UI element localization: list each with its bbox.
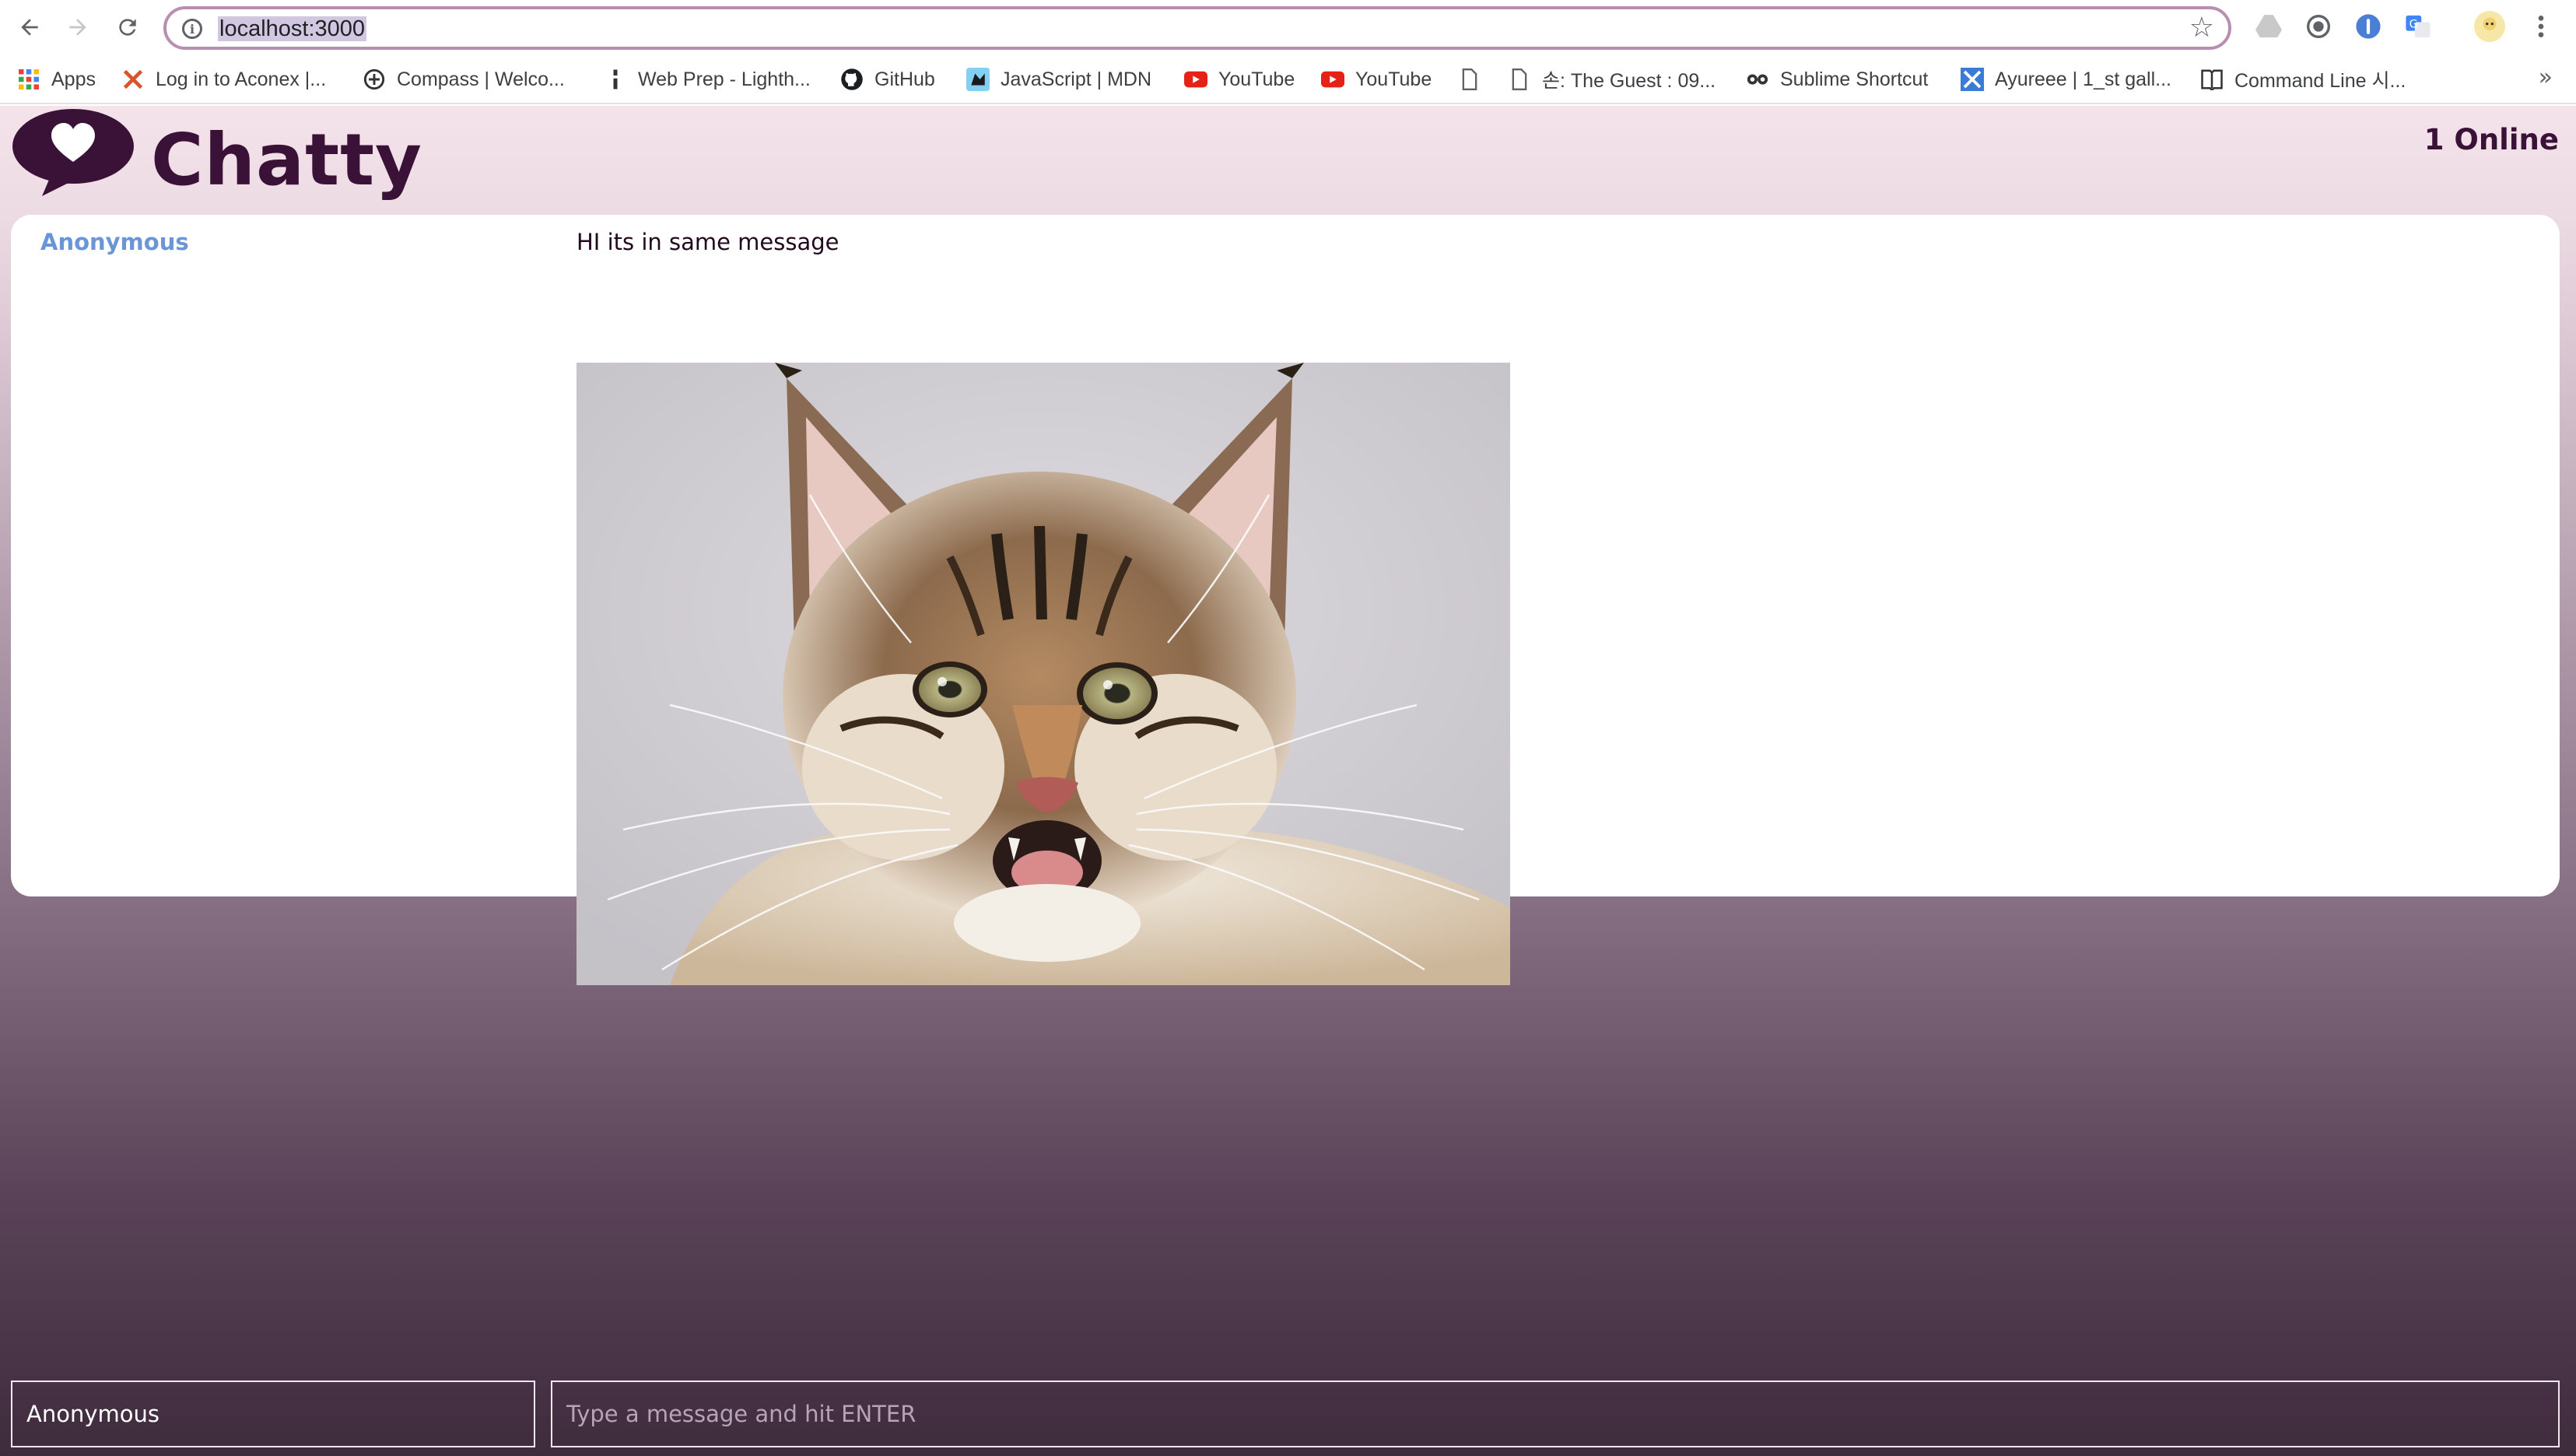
bookmark-the-guest[interactable]: 손: The Guest : 09... — [1508, 65, 1716, 93]
message-list: Anonymous HI its in same message — [11, 215, 2560, 985]
online-user-count: 1 Online — [2424, 123, 2559, 156]
bookmark-label: 손: The Guest : 09... — [1542, 70, 1716, 92]
ayureee-icon — [1961, 68, 1984, 91]
translate-extension-icon[interactable]: G — [2403, 11, 2434, 42]
message-image — [577, 363, 1510, 985]
bookmark-star-icon[interactable]: ☆ — [2189, 14, 2214, 42]
bookmark-label: Log in to Aconex |... — [156, 68, 327, 90]
bookmark-page[interactable] — [1458, 65, 1481, 93]
bookmark-apps[interactable]: Apps — [17, 65, 96, 93]
message-input[interactable] — [551, 1381, 2560, 1447]
arrow-right-icon — [69, 19, 86, 36]
page-icon — [1508, 68, 1531, 91]
brand-title[interactable]: Chatty — [151, 114, 422, 207]
forward-button[interactable] — [59, 9, 96, 46]
password-extension-icon[interactable] — [2353, 11, 2384, 42]
book-icon — [2200, 68, 2224, 91]
drive-extension-icon[interactable] — [2253, 11, 2284, 42]
reload-icon — [119, 19, 136, 36]
compass-icon — [363, 68, 386, 91]
bookmark-label: YouTube — [1355, 68, 1432, 90]
chat-heart-logo-icon — [11, 106, 138, 202]
bookmark-label: Ayureee | 1_st gall... — [1995, 68, 2172, 90]
bookmark-label: Apps — [51, 68, 96, 90]
chat-composer — [0, 1381, 2576, 1447]
address-bar[interactable]: i localhost:3000 ☆ — [163, 6, 2231, 50]
bookmark-sublime[interactable]: Sublime Shortcut — [1746, 65, 1928, 93]
url-text[interactable]: localhost:3000 — [218, 16, 367, 41]
youtube-icon — [1321, 68, 1344, 91]
svg-text:G: G — [2410, 18, 2418, 30]
aconex-icon — [121, 68, 145, 91]
glasses-icon — [1746, 68, 1769, 91]
message-content: HI its in same message — [577, 229, 839, 255]
bookmark-command-line[interactable]: Command Line 시... — [2200, 65, 2406, 93]
arrow-left-icon — [21, 19, 38, 36]
bookmark-github[interactable]: GitHub — [840, 65, 935, 93]
info-icon[interactable]: i — [182, 19, 202, 39]
lighthouse-icon — [604, 68, 627, 91]
github-icon — [840, 68, 864, 91]
bookmark-label: YouTube — [1218, 68, 1295, 90]
page-icon — [1458, 68, 1481, 91]
menu-kebab-icon[interactable] — [2525, 11, 2557, 42]
avatar[interactable] — [2474, 11, 2505, 42]
chatty-app: Chatty 1 Online Anonymous HI its in same… — [0, 106, 2576, 1456]
username-input[interactable] — [11, 1381, 535, 1447]
bookmark-webprep[interactable]: Web Prep - Lighth... — [604, 65, 811, 93]
bookmark-youtube-1[interactable]: YouTube — [1184, 65, 1295, 93]
bookmark-label: Web Prep - Lighth... — [638, 68, 811, 90]
bookmark-aconex[interactable]: Log in to Aconex |... — [121, 65, 326, 93]
more-bookmarks-button[interactable]: » — [2539, 64, 2553, 91]
bookmark-label: GitHub — [874, 68, 935, 90]
bookmark-label: Command Line 시... — [2234, 70, 2406, 92]
bookmark-youtube-2[interactable]: YouTube — [1321, 65, 1432, 93]
reload-button[interactable] — [109, 9, 146, 46]
record-extension-icon[interactable] — [2303, 11, 2334, 42]
message-username: Anonymous — [40, 229, 189, 255]
bookmark-ayureee[interactable]: Ayureee | 1_st gall... — [1961, 65, 2171, 93]
bookmark-mdn[interactable]: JavaScript | MDN — [966, 65, 1151, 93]
bookmark-compass[interactable]: Compass | Welco... — [363, 65, 565, 93]
bookmarks-bar: Apps Log in to Aconex |... Compass | Wel… — [0, 54, 2576, 104]
navbar: Chatty 1 Online — [0, 106, 2576, 215]
bookmark-label: JavaScript | MDN — [1001, 68, 1152, 90]
back-button[interactable] — [11, 9, 48, 46]
mdn-icon — [966, 68, 990, 91]
cat-photo — [577, 363, 1510, 985]
bookmark-label: Sublime Shortcut — [1780, 68, 1929, 90]
bookmark-label: Compass | Welco... — [397, 68, 565, 90]
apps-grid-icon — [17, 68, 40, 91]
browser-toolbar: i localhost:3000 ☆ G — [0, 0, 2576, 54]
youtube-icon — [1184, 68, 1207, 91]
